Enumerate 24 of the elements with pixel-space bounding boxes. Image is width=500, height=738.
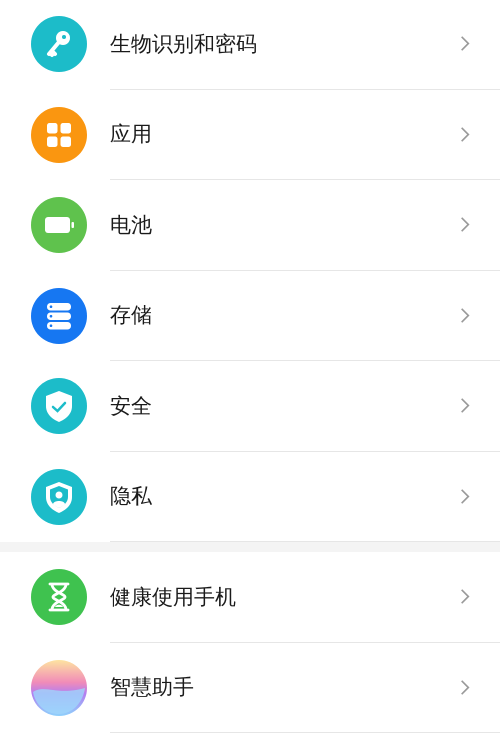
chevron-right-icon <box>460 678 470 696</box>
hourglass-icon <box>31 569 87 626</box>
gradient-orb-icon <box>31 660 87 716</box>
key-icon <box>31 16 87 72</box>
item-label: 生物识别和密码 <box>110 30 257 58</box>
chevron-right-icon <box>460 488 470 505</box>
battery-icon <box>31 197 87 254</box>
shield-check-icon <box>31 378 87 434</box>
item-label: 电池 <box>110 212 152 239</box>
item-label: 健康使用手机 <box>110 584 236 611</box>
storage-icon <box>31 288 87 344</box>
chevron-right-icon <box>460 35 470 52</box>
chevron-right-icon <box>460 216 470 234</box>
grid-icon <box>31 106 87 163</box>
item-label: 隐私 <box>110 483 152 510</box>
item-label: 应用 <box>110 121 152 148</box>
item-label: 存储 <box>110 302 152 330</box>
chevron-right-icon <box>460 397 470 414</box>
chevron-right-icon <box>460 306 470 324</box>
shield-person-icon <box>31 468 87 525</box>
item-label: 智慧助手 <box>110 674 194 702</box>
chevron-right-icon <box>460 588 470 606</box>
chevron-right-icon <box>460 126 470 143</box>
item-label: 安全 <box>110 392 152 420</box>
